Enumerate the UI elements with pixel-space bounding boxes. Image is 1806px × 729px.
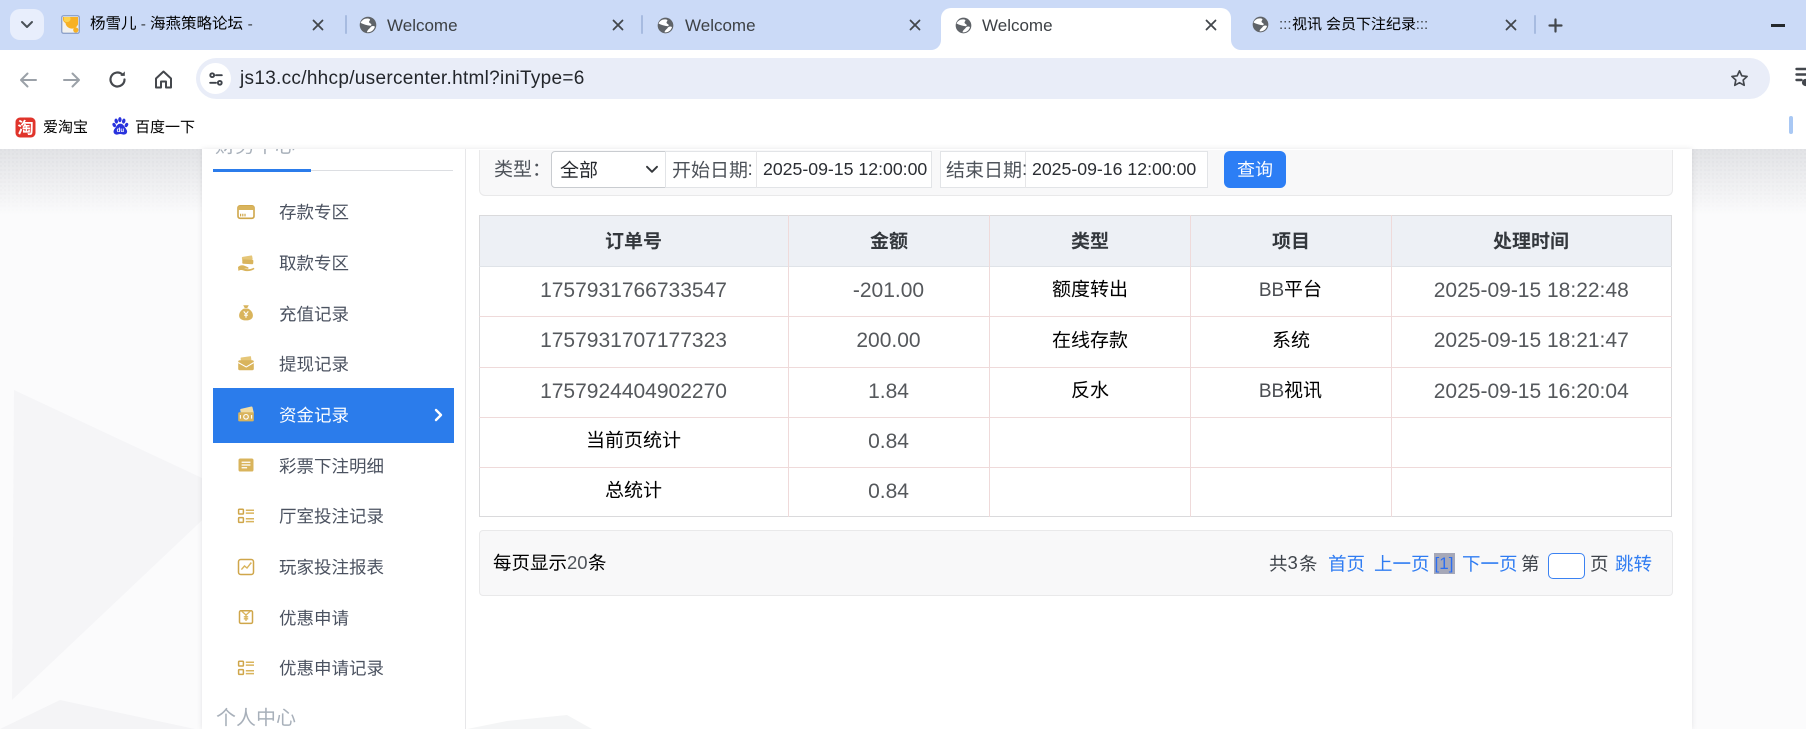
svg-text:du: du bbox=[117, 127, 125, 134]
